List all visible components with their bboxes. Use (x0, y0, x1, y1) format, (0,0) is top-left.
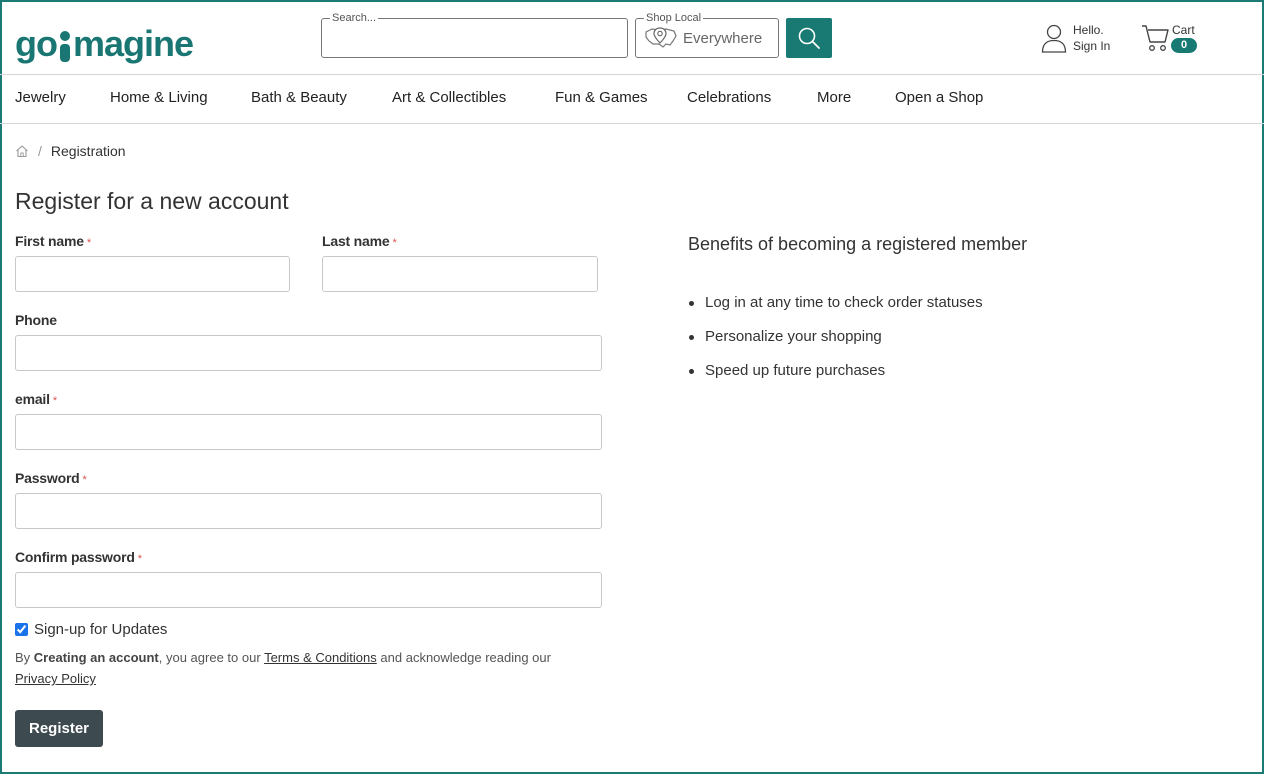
updates-checkbox-row[interactable]: Sign-up for Updates (15, 621, 167, 638)
us-map-pin-icon (645, 27, 677, 48)
terms-notice: By Creating an account, you agree to our… (15, 650, 551, 686)
updates-checkbox[interactable] (15, 623, 28, 636)
phone-label: Phone (15, 312, 57, 328)
required-asterisk: * (86, 237, 91, 249)
terms-bold: Creating an account (33, 650, 159, 665)
nav-item-fun-games[interactable]: Fun & Games (555, 89, 648, 106)
updates-checkbox-label: Sign-up for Updates (34, 621, 168, 638)
required-asterisk: * (82, 474, 87, 486)
cart-label: Cart (1172, 23, 1195, 37)
terms-link[interactable]: Terms & Conditions (264, 650, 377, 665)
confirm-password-label: Confirm password * (15, 549, 142, 565)
confirm-password-input[interactable] (15, 572, 602, 608)
nav-item-open-shop[interactable]: Open a Shop (895, 89, 983, 106)
benefit-item: Log in at any time to check order status… (688, 294, 983, 328)
search-legend: Search... (330, 12, 379, 24)
page-title: Register for a new account (15, 188, 289, 214)
nav-item-bath-beauty[interactable]: Bath & Beauty (251, 89, 347, 106)
benefit-item: Speed up future purchases (688, 362, 983, 396)
search-input[interactable] (330, 29, 618, 51)
home-icon[interactable] (15, 144, 29, 158)
nav-item-home-living[interactable]: Home & Living (110, 89, 208, 106)
search-button[interactable] (786, 18, 832, 58)
nav-item-celebrations[interactable]: Celebrations (687, 89, 771, 106)
shop-local-selector[interactable]: Shop Local Everywhere (635, 12, 779, 58)
logo-i-icon (59, 31, 70, 62)
breadcrumb-separator: / (38, 143, 42, 159)
search-icon (798, 27, 820, 49)
last-name-label: Last name * (322, 233, 397, 249)
search-box[interactable]: Search... (321, 12, 628, 58)
breadcrumb: / Registration (15, 143, 126, 159)
shop-local-value: Everywhere (683, 30, 763, 47)
benefits-title: Benefits of becoming a registered member (688, 234, 1028, 254)
cart-button[interactable]: Cart 0 (1141, 22, 1197, 57)
account-signin[interactable]: Hello. Sign In (1041, 22, 1110, 54)
shop-local-legend: Shop Local (644, 12, 704, 24)
logo-text-suffix: magine (72, 23, 194, 64)
nav-item-jewelry[interactable]: Jewelry (15, 89, 66, 106)
category-nav: Jewelry Home & Living Bath & Beauty Art … (0, 75, 1264, 124)
cart-icon (1142, 25, 1169, 51)
register-button[interactable]: Register (15, 710, 103, 747)
benefits-list: Log in at any time to check order status… (688, 294, 983, 396)
first-name-input[interactable] (15, 256, 290, 292)
benefit-item: Personalize your shopping (688, 328, 983, 362)
goimagine-logo[interactable]: go magine (15, 20, 194, 64)
sign-in-link[interactable]: Sign In (1073, 38, 1110, 54)
cart-count-badge: 0 (1171, 38, 1197, 53)
breadcrumb-current: Registration (50, 143, 126, 159)
logo-text-prefix: go (15, 23, 58, 64)
site-header: go magine Search... Shop Local Everywher… (0, 0, 1264, 75)
email-input[interactable] (15, 414, 602, 450)
nav-item-art-collectibles[interactable]: Art & Collectibles (392, 89, 506, 106)
password-label: Password * (15, 470, 87, 486)
account-greeting: Hello. (1073, 23, 1104, 37)
required-asterisk: * (137, 553, 142, 565)
first-name-label: First name * (15, 233, 91, 249)
user-icon (1041, 24, 1067, 53)
email-label: email * (15, 391, 57, 407)
privacy-policy-link[interactable]: Privacy Policy (15, 671, 96, 686)
last-name-input[interactable] (322, 256, 598, 292)
required-asterisk: * (52, 395, 57, 407)
password-input[interactable] (15, 493, 602, 529)
phone-input[interactable] (15, 335, 602, 371)
required-asterisk: * (392, 237, 397, 249)
nav-item-more[interactable]: More (817, 89, 851, 106)
